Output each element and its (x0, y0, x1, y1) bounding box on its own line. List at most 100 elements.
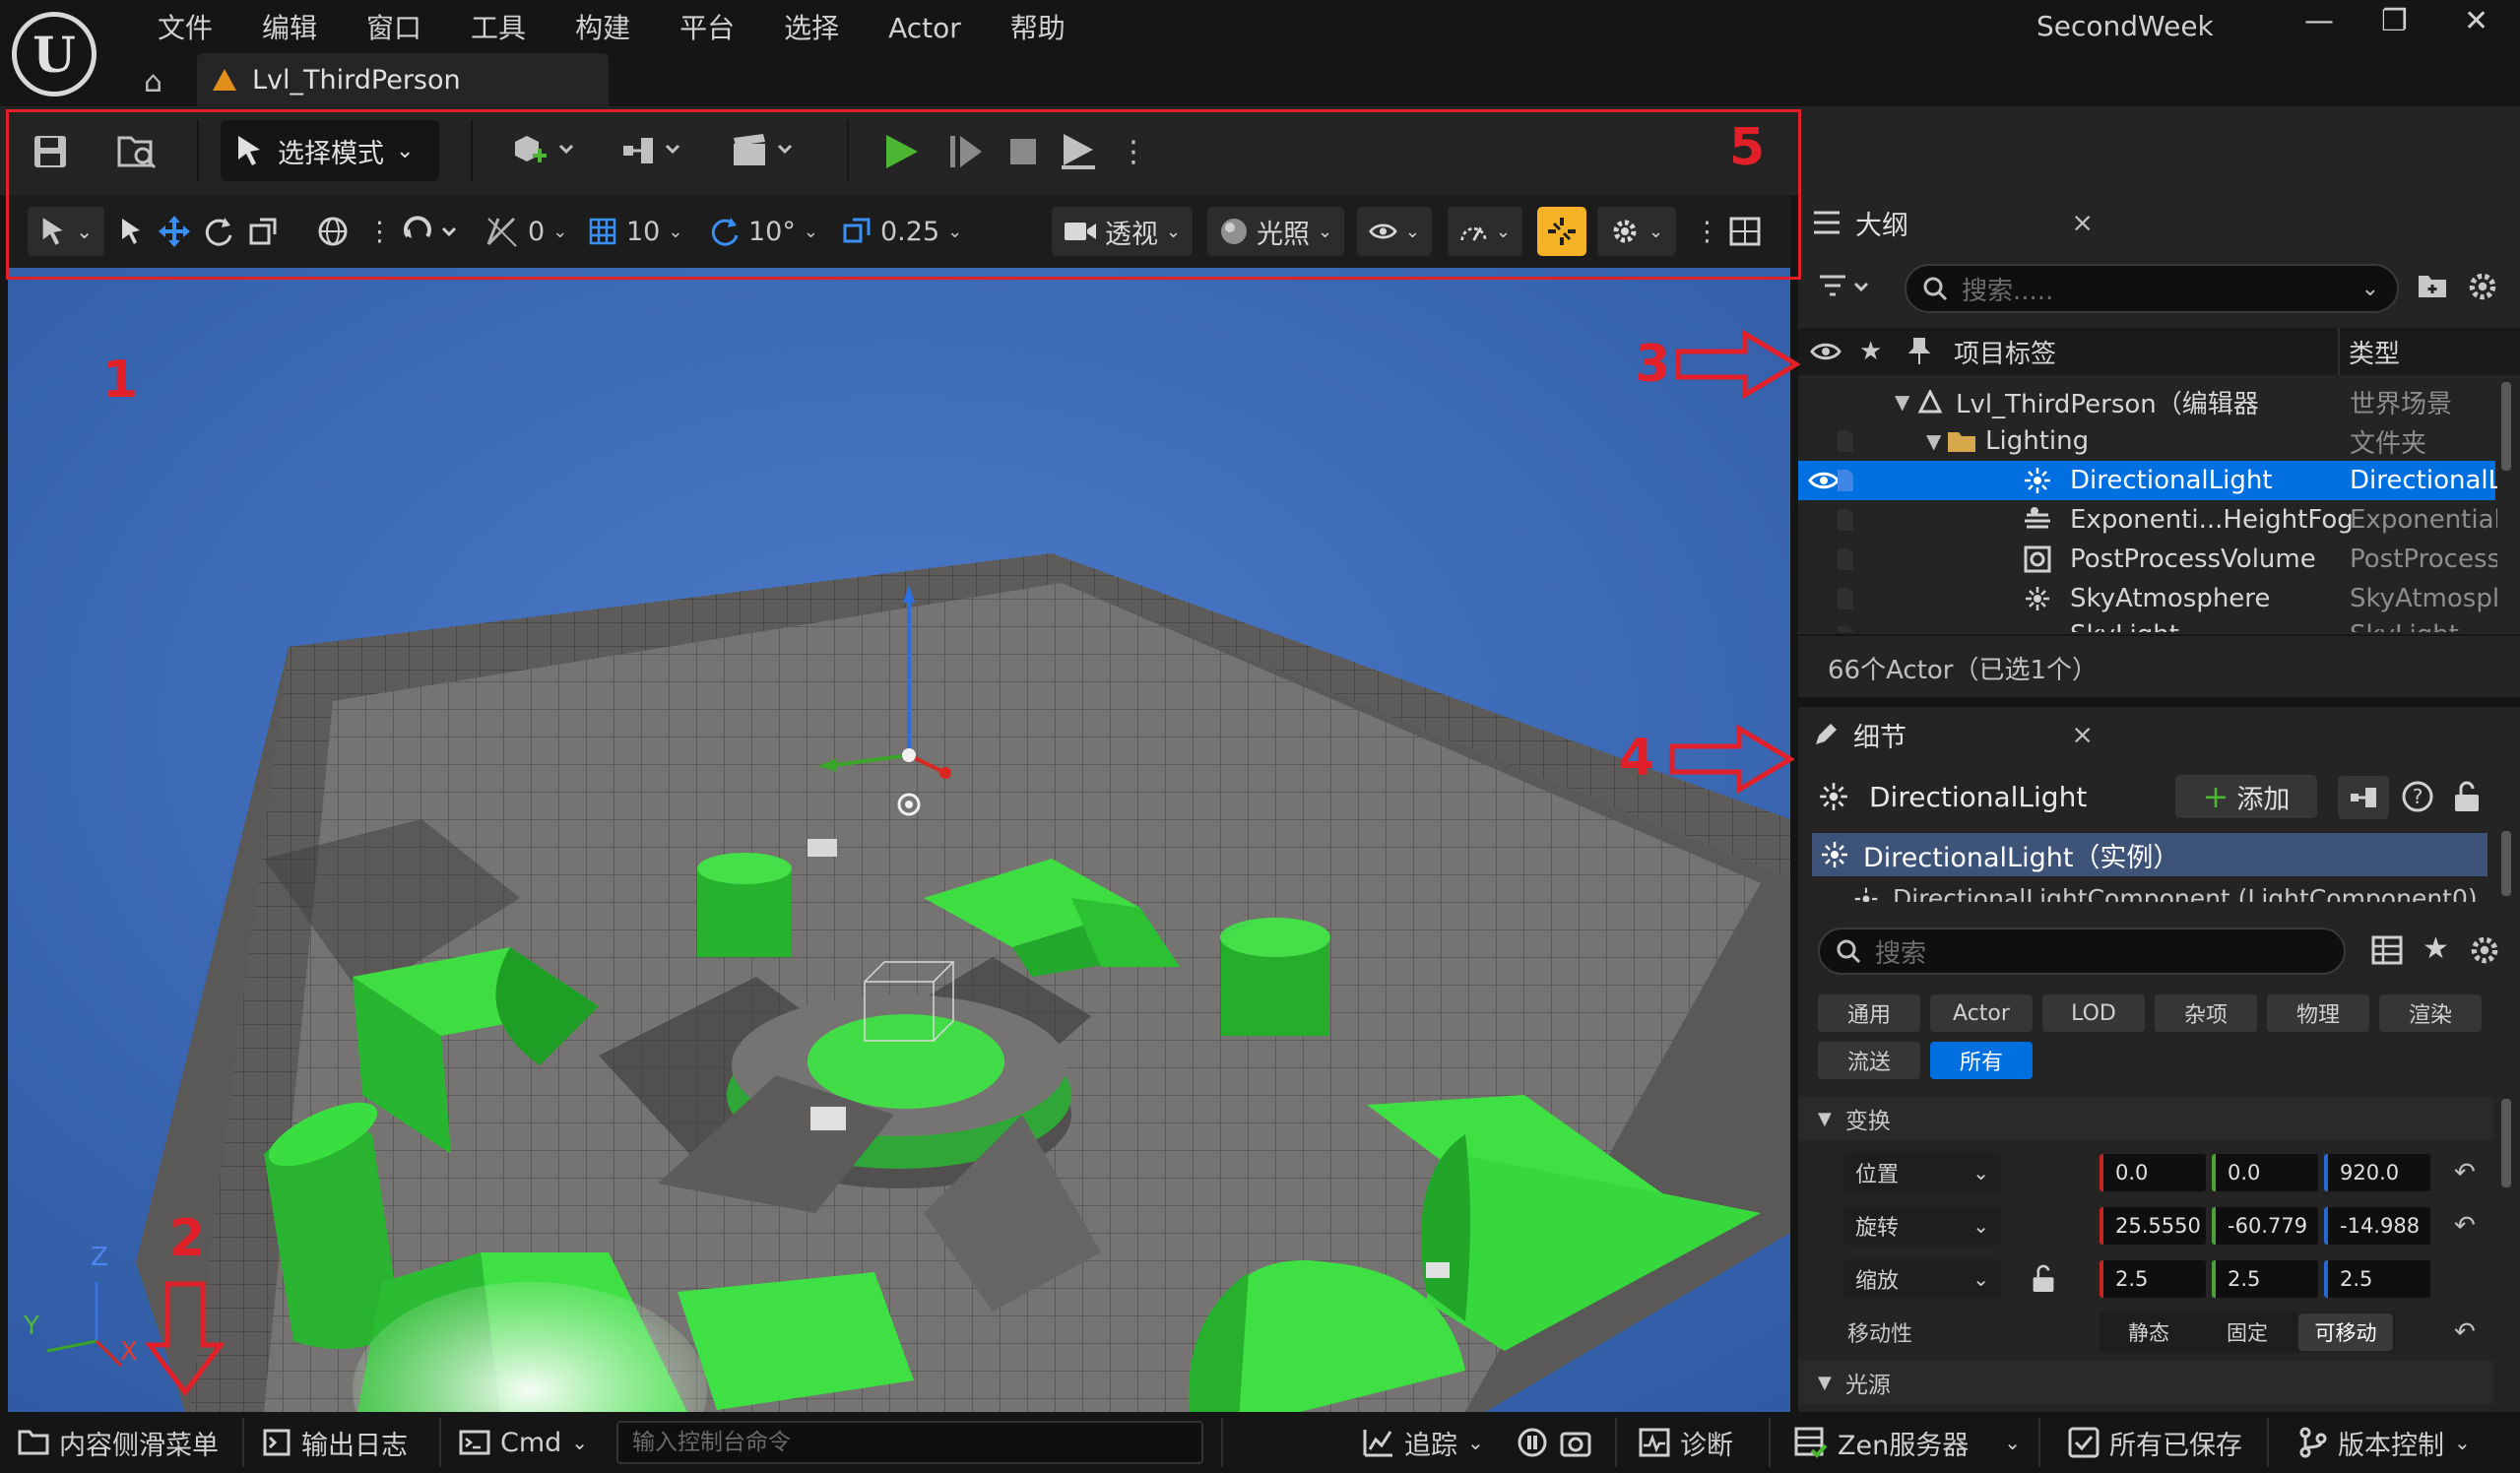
details-tab[interactable]: 细节 × (1798, 707, 2113, 762)
close-icon[interactable]: × (2071, 720, 2094, 750)
menu-help[interactable]: 帮助 (986, 6, 1090, 51)
outliner-row-lighting[interactable]: ▼ Lighting 文件夹 (1798, 421, 2495, 461)
chevron-down-icon[interactable]: ⌄ (2361, 277, 2379, 301)
expand-arrow-icon[interactable]: ▼ (1895, 390, 1909, 414)
rotation-dropdown[interactable]: 旋转 ⌄ (1843, 1206, 2001, 1246)
diagnostics-button[interactable]: 诊断 (1639, 1412, 1733, 1473)
row-name: PostProcessVolume (2070, 544, 2316, 574)
light-section-header[interactable]: ▼ 光源 (1798, 1361, 2493, 1404)
outliner-tab[interactable]: 大纲 × (1798, 195, 2113, 250)
close-icon[interactable]: × (2071, 208, 2094, 238)
category-lod[interactable]: LOD (2042, 994, 2145, 1032)
menu-edit[interactable]: 编辑 (237, 6, 342, 51)
type-column-header[interactable]: 类型 (2339, 334, 2400, 370)
category-physics[interactable]: 物理 (2267, 994, 2369, 1032)
trace-dropdown[interactable]: 追踪 ⌄ (1363, 1412, 1484, 1473)
filter-icon[interactable] (1818, 272, 1873, 308)
annotation-arrow-down-icon (146, 1281, 225, 1397)
gear-icon[interactable] (2468, 933, 2501, 971)
menu-window[interactable]: 窗口 (342, 6, 446, 51)
unreal-logo-icon[interactable]: U (12, 12, 97, 96)
console-command-input[interactable] (632, 1430, 1201, 1455)
component-tree-child[interactable]: DirectionalLightComponent (LightComponen… (1853, 884, 2478, 902)
zen-server-dropdown[interactable]: Zen服务器 ⌄ (1794, 1412, 2021, 1473)
component-tree-root[interactable]: DirectionalLight（实例） (1812, 833, 2488, 876)
output-log-button[interactable]: 输出日志 (262, 1412, 408, 1473)
scale-dropdown[interactable]: 缩放 ⌄ (1843, 1259, 2001, 1299)
restore-button[interactable]: ❐ (2381, 4, 2408, 38)
outliner-row-world[interactable]: ▼ Lvl_ThirdPerson（编辑器 世界场景 (1798, 382, 2495, 421)
terminal-icon (459, 1430, 490, 1455)
rotation-y-field[interactable]: -60.779 (2212, 1207, 2318, 1245)
details-scrollbar[interactable] (2501, 1099, 2511, 1187)
category-actor[interactable]: Actor (1930, 994, 2033, 1032)
sky-light-icon (2023, 624, 2052, 632)
category-streaming[interactable]: 流送 (1818, 1042, 1920, 1079)
mobility-stationary[interactable]: 固定 (2198, 1313, 2296, 1351)
mobility-static[interactable]: 静态 (2100, 1313, 2198, 1351)
menu-build[interactable]: 构建 (550, 6, 655, 51)
outliner-row-directional-light[interactable]: DirectionalLight DirectionalL (1798, 461, 2497, 500)
rotation-x-field[interactable]: 25.5550 (2100, 1207, 2206, 1245)
outliner-scrollbar[interactable] (2501, 382, 2511, 471)
outliner-row-skyatmosphere[interactable]: SkyAtmosphere SkyAtmospl (1798, 579, 2497, 618)
level-viewport[interactable]: Z Y X (8, 268, 1790, 1412)
outliner-row-skylight[interactable]: SkyLight SkyLight (1798, 618, 2495, 632)
outliner-search-field[interactable]: 搜索..... ⌄ (1905, 264, 2399, 313)
gear-icon[interactable] (2466, 270, 2499, 307)
outliner-row-postprocess[interactable]: PostProcessVolume PostProcess (1798, 540, 2497, 579)
cmd-dropdown[interactable]: Cmd ⌄ (459, 1412, 588, 1473)
console-command-field[interactable] (616, 1421, 1203, 1464)
menu-tools[interactable]: 工具 (446, 6, 550, 51)
reset-icon[interactable]: ↶ (2454, 1317, 2476, 1347)
row-type: Exponential (2350, 505, 2497, 535)
minimize-button[interactable]: — (2304, 4, 2334, 38)
label-column-header[interactable]: 项目标签 (1954, 334, 2056, 370)
transform-section-header[interactable]: ▼ 变换 (1798, 1097, 2493, 1140)
category-misc[interactable]: 杂项 (2155, 994, 2257, 1032)
location-dropdown[interactable]: 位置 ⌄ (1843, 1153, 2001, 1192)
outliner-row-heightfog[interactable]: Exponenti...HeightFog Exponential (1798, 500, 2497, 540)
location-y-field[interactable]: 0.0 (2212, 1154, 2318, 1191)
table-view-icon[interactable] (2371, 935, 2403, 969)
blueprint-button[interactable] (2338, 776, 2389, 819)
close-button[interactable]: ✕ (2464, 4, 2488, 38)
category-rendering[interactable]: 渲染 (2379, 994, 2482, 1032)
lock-icon[interactable] (2452, 780, 2482, 817)
record-button[interactable] (1517, 1412, 1548, 1473)
scale-x-field[interactable]: 2.5 (2100, 1260, 2206, 1298)
scale-z-field[interactable]: 2.5 (2324, 1260, 2430, 1298)
location-z-field[interactable]: 920.0 (2324, 1154, 2430, 1191)
category-all[interactable]: 所有 (1930, 1042, 2033, 1079)
new-folder-icon[interactable] (2417, 272, 2448, 305)
level-tab[interactable]: Lvl_ThirdPerson (197, 53, 609, 106)
category-common[interactable]: 通用 (1818, 994, 1920, 1032)
menu-select[interactable]: 选择 (759, 6, 864, 51)
content-drawer-button[interactable]: 内容侧滑菜单 (18, 1412, 219, 1473)
screenshot-button[interactable] (1560, 1412, 1591, 1473)
mobility-movable[interactable]: 可移动 (2298, 1313, 2393, 1351)
component-scrollbar[interactable] (2501, 831, 2511, 896)
save-all-button[interactable]: 所有已保存 (2068, 1412, 2242, 1473)
rotation-z-field[interactable]: -14.988 (2324, 1207, 2430, 1245)
add-component-button[interactable]: + 添加 (2175, 775, 2317, 818)
home-icon[interactable]: ⌂ (144, 65, 162, 99)
star-icon[interactable]: ★ (2423, 931, 2449, 966)
menu-file[interactable]: 文件 (133, 6, 237, 51)
star-icon[interactable]: ★ (1859, 337, 1882, 366)
reset-icon[interactable]: ↶ (2454, 1158, 2476, 1187)
help-icon[interactable]: ? (2401, 780, 2434, 817)
status-bar: 内容侧滑菜单 输出日志 Cmd ⌄ 追踪 ⌄ 诊断 Zen服务器 ⌄ 所有已保存 (0, 1412, 2520, 1473)
axis-x-label: X (120, 1337, 138, 1367)
menu-actor[interactable]: Actor (864, 6, 986, 51)
details-search-field[interactable]: 搜索 (1818, 928, 2346, 975)
menu-platform[interactable]: 平台 (655, 6, 759, 51)
actor-name[interactable]: DirectionalLight (1869, 781, 2087, 813)
expand-arrow-icon[interactable]: ▼ (1926, 429, 1941, 453)
reset-icon[interactable]: ↶ (2454, 1211, 2476, 1241)
scale-y-field[interactable]: 2.5 (2212, 1260, 2318, 1298)
unlock-icon[interactable] (2031, 1264, 2056, 1294)
location-x-field[interactable]: 0.0 (2100, 1154, 2206, 1191)
pencil-icon (1816, 724, 1837, 744)
source-control-dropdown[interactable]: 版本控制 ⌄ (2298, 1412, 2471, 1473)
